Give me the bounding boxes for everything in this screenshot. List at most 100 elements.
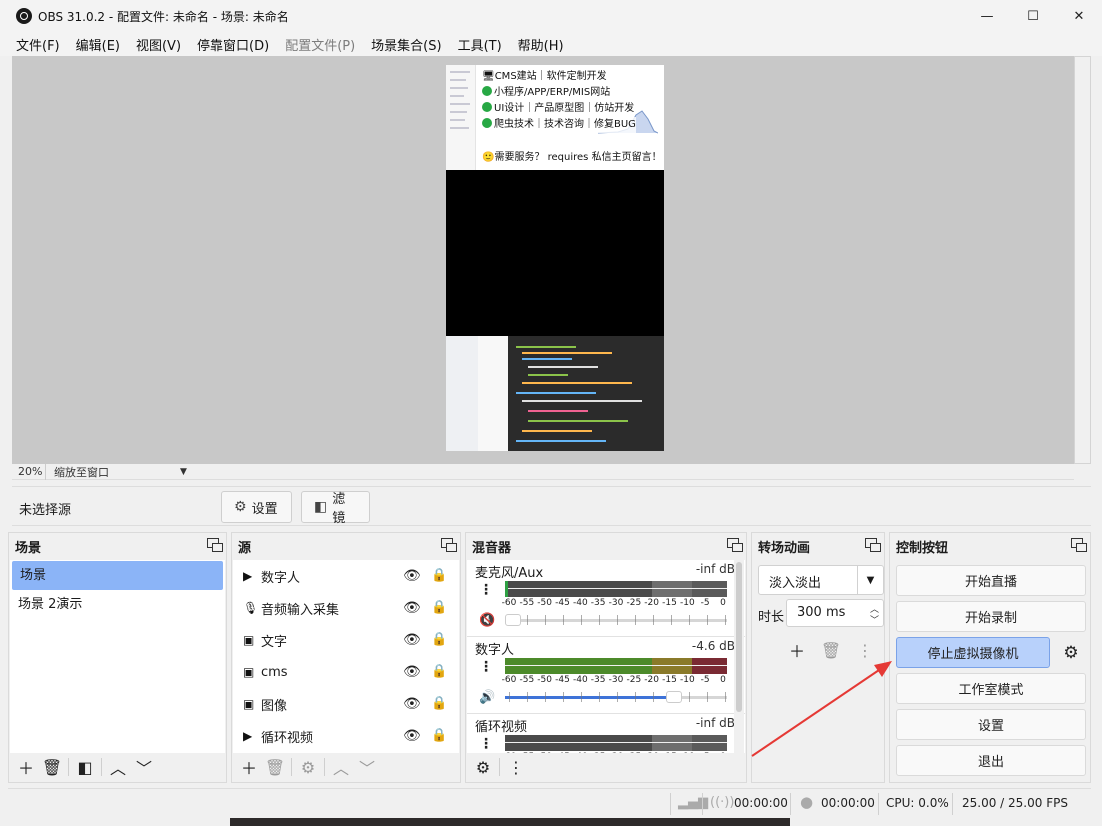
scale-tick-label: -40 <box>572 598 588 608</box>
close-button[interactable]: ✕ <box>1056 0 1102 32</box>
title-bar: OBS 31.0.2 - 配置文件: 未命名 - 场景: 未命名 — ☐ ✕ <box>0 0 1102 32</box>
scale-tick-label: -10 <box>679 598 695 608</box>
source-filters-button[interactable]: ◧ 滤镜 <box>301 491 370 526</box>
chevron-down-icon[interactable]: ﹀ <box>870 613 879 626</box>
minimize-button[interactable]: — <box>964 0 1010 32</box>
gear-icon: ⚙ <box>234 499 247 515</box>
start-recording-button[interactable]: 开始录制 <box>896 601 1086 632</box>
volume-slider[interactable] <box>505 613 727 627</box>
source-item[interactable]: ▶ 数字人 👁 🔒 <box>233 560 459 592</box>
menu-help[interactable]: 帮助(H) <box>510 35 572 54</box>
stop-virtual-camera-button[interactable]: 停止虚拟摄像机 <box>896 637 1050 668</box>
image-icon: ▣ <box>243 697 255 711</box>
menu-edit[interactable]: 编辑(E) <box>68 35 128 54</box>
preview-vertical-scrollbar[interactable] <box>1074 56 1091 464</box>
scale-tick-label: -25 <box>626 675 642 685</box>
status-bar: ▂▄▆ ((·)) 00:00:00 ● 00:00:00 CPU: 0.0% … <box>8 788 1091 818</box>
virtual-camera-gear-icon[interactable]: ⚙ <box>1056 637 1086 668</box>
lock-icon[interactable]: 🔒 <box>431 664 447 679</box>
play-icon: ▶ <box>243 569 253 583</box>
visibility-eye-icon[interactable]: 👁 <box>403 664 421 680</box>
zoom-mode-select[interactable]: 缩放至窗口 <box>46 464 176 480</box>
remove-transition-trash-icon[interactable]: 🗑 <box>818 638 844 662</box>
preview-zoom-bar: 20% 缩放至窗口 ▼ <box>12 463 1074 480</box>
more-options-icon[interactable]: ⋮ <box>479 736 493 752</box>
scale-tick-label: -10 <box>679 675 695 685</box>
undock-icon[interactable] <box>865 538 881 552</box>
visibility-eye-icon[interactable]: 👁 <box>403 632 421 648</box>
menu-view[interactable]: 视图(V) <box>128 35 189 54</box>
lock-icon[interactable]: 🔒 <box>431 728 447 743</box>
scene-item-1[interactable]: 场景 <box>12 561 223 590</box>
move-up-chevron-icon[interactable]: ︿ <box>328 755 354 779</box>
source-item[interactable]: ▣ 文字 👁 🔒 <box>233 624 459 656</box>
chevron-down-icon[interactable]: ▼ <box>180 467 187 477</box>
menu-bar: 文件(F) 编辑(E) 视图(V) 停靠窗口(D) 配置文件(P) 场景集合(S… <box>0 32 1102 56</box>
visibility-eye-icon[interactable]: 👁 <box>403 568 421 584</box>
add-scene-button[interactable]: ＋ <box>13 755 39 779</box>
remove-scene-trash-icon[interactable]: 🗑 <box>39 755 65 779</box>
visibility-eye-icon[interactable]: 👁 <box>403 728 421 744</box>
lock-icon[interactable]: 🔒 <box>431 600 447 615</box>
volume-slider[interactable] <box>505 690 727 704</box>
menu-file[interactable]: 文件(F) <box>8 35 68 54</box>
visibility-eye-icon[interactable]: 👁 <box>403 600 421 616</box>
start-streaming-button[interactable]: 开始直播 <box>896 565 1086 596</box>
more-options-icon[interactable]: ⋮ <box>479 582 493 598</box>
preview-canvas[interactable]: 🖥CMS建站｜软件定制开发 小程序/APP/ERP/MIS网站 UI设计｜产品原… <box>446 65 664 451</box>
preview-browser-capture: 🖥CMS建站｜软件定制开发 小程序/APP/ERP/MIS网站 UI设计｜产品原… <box>446 65 664 170</box>
duration-spinbox[interactable]: 300 ms ︿ ﹀ <box>786 599 884 627</box>
menu-scene-collection[interactable]: 场景集合(S) <box>363 35 449 54</box>
advanced-audio-gear-icon[interactable]: ⚙ <box>470 755 496 779</box>
scale-tick-label: -50 <box>537 675 553 685</box>
move-down-chevron-icon[interactable]: ﹀ <box>131 755 157 779</box>
scene-item-2[interactable]: 场景 2演示 <box>10 590 225 619</box>
duration-label: 时长 <box>758 610 785 625</box>
remove-source-trash-icon[interactable]: 🗑 <box>262 755 288 779</box>
visibility-eye-icon[interactable]: 👁 <box>403 696 421 712</box>
undock-icon[interactable] <box>1071 538 1087 552</box>
transition-more-icon[interactable]: ⋮ <box>852 638 878 662</box>
lock-icon[interactable]: 🔒 <box>431 696 447 711</box>
add-transition-button[interactable]: ＋ <box>784 638 810 662</box>
speaker-muted-icon[interactable]: 🔇 <box>479 613 495 628</box>
settings-button[interactable]: 设置 <box>896 709 1086 740</box>
chevron-down-icon[interactable]: ▼ <box>857 566 883 594</box>
record-status-icon: ● <box>800 793 814 811</box>
undock-icon[interactable] <box>727 538 743 552</box>
undock-icon[interactable] <box>207 538 223 552</box>
move-down-chevron-icon[interactable]: ﹀ <box>354 755 380 779</box>
menu-profile[interactable]: 配置文件(P) <box>277 35 363 54</box>
menu-tools[interactable]: 工具(T) <box>450 35 510 54</box>
exit-button[interactable]: 退出 <box>896 745 1086 776</box>
source-item[interactable]: ▣ 图像 👁 🔒 <box>233 688 459 720</box>
controls-dock: 控制按钮 开始直播 开始录制 停止虚拟摄像机 ⚙ 工作室模式 设置 退出 <box>889 532 1091 783</box>
overlay-line-1: 🖥CMS建站｜软件定制开发 <box>482 69 607 85</box>
undock-icon[interactable] <box>441 538 457 552</box>
more-options-icon[interactable]: ⋮ <box>503 755 529 779</box>
source-item[interactable]: ▣ cms 👁 🔒 <box>233 656 459 688</box>
speaker-icon[interactable]: 🔊 <box>479 690 495 705</box>
preview-area[interactable]: 🖥CMS建站｜软件定制开发 小程序/APP/ERP/MIS网站 UI设计｜产品原… <box>12 56 1074 464</box>
more-options-icon[interactable]: ⋮ <box>479 659 493 675</box>
source-item[interactable]: ▶ 循环视频 👁 🔒 <box>233 720 459 752</box>
audio-meter <box>505 735 727 751</box>
mixer-toolbar: ⚙ ⋮ <box>466 752 746 782</box>
scale-tick-label: -45 <box>555 598 570 608</box>
scenes-dock: 场景 场景 场景 2演示 ＋ 🗑 ◧ ︿ ﹀ <box>8 532 227 783</box>
add-source-button[interactable]: ＋ <box>236 755 262 779</box>
lock-icon[interactable]: 🔒 <box>431 632 447 647</box>
scene-filters-icon[interactable]: ◧ <box>72 755 98 779</box>
maximize-button[interactable]: ☐ <box>1010 0 1056 32</box>
mixer-scrollbar[interactable] <box>734 560 744 753</box>
studio-mode-button[interactable]: 工作室模式 <box>896 673 1086 704</box>
source-item[interactable]: 🎙 音频输入采集 👁 🔒 <box>233 592 459 624</box>
source-properties-gear-icon[interactable]: ⚙ <box>295 755 321 779</box>
move-up-chevron-icon[interactable]: ︿ <box>105 755 131 779</box>
source-settings-button[interactable]: ⚙ 设置 <box>221 491 292 523</box>
menu-docks[interactable]: 停靠窗口(D) <box>189 35 277 54</box>
lock-icon[interactable]: 🔒 <box>431 568 447 583</box>
transition-select[interactable]: 淡入淡出 ▼ <box>758 565 884 595</box>
controls-dock-title: 控制按钮 <box>890 533 1090 559</box>
channel-name: 麦克风/Aux <box>475 566 544 581</box>
